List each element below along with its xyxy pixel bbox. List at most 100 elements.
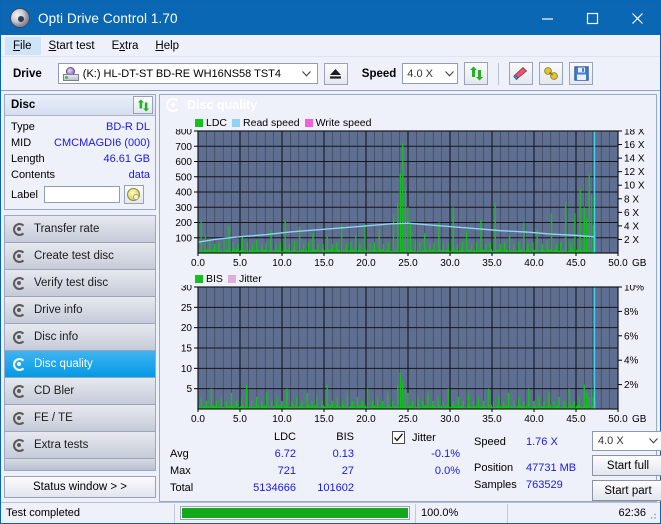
- sidebar-item-disc-quality[interactable]: Disc quality: [5, 351, 155, 378]
- disc-row-contents-value: data: [128, 169, 150, 181]
- disc-panel-title: Disc: [11, 99, 36, 111]
- disc-label-input[interactable]: [43, 186, 120, 203]
- stats-row-avg-label: Avg: [170, 448, 189, 460]
- progress-percent: 100.0%: [416, 503, 508, 523]
- y2-tick-label: 2%: [624, 380, 639, 391]
- disc-row-length-value: 46.61 GB: [103, 153, 150, 165]
- save-button[interactable]: [569, 62, 594, 85]
- chart-top-svg: 100 200 300 400 500 600 700 800 2 X 4 X 6 X 8 X 10 X…: [175, 127, 646, 270]
- sidebar-item-label: Disc quality: [34, 358, 93, 370]
- speed-select-value: 4.0 X: [407, 67, 433, 80]
- y-tick-label: 300: [175, 203, 192, 214]
- jitter-checkbox[interactable]: [392, 431, 405, 444]
- page-title: Disc quality: [187, 98, 258, 112]
- sidebar-item-disc-info[interactable]: Disc info: [5, 324, 155, 351]
- status-window-button[interactable]: Status window > >: [4, 476, 156, 498]
- legend-item-bis: BIS: [195, 273, 223, 285]
- x-tick-label: 10.0: [272, 414, 292, 425]
- legend-swatch-ldc: [195, 118, 203, 127]
- start-full-button[interactable]: Start full: [592, 455, 661, 476]
- y2-tick-label: 4 X: [624, 221, 639, 232]
- eject-button[interactable]: [323, 62, 348, 85]
- x-tick-label: 30.0: [440, 258, 460, 269]
- x-tick-label: 45.0: [566, 258, 586, 269]
- legend-swatch-write-speed: [304, 118, 313, 127]
- panel-header: Disc quality: [160, 95, 656, 115]
- disc-icon: [12, 438, 27, 453]
- disc-panel-header: Disc: [5, 95, 155, 116]
- erase-button[interactable]: [509, 62, 534, 85]
- menu-file[interactable]: File: [5, 36, 41, 55]
- y-tick-label: 800: [175, 129, 192, 138]
- drive-select-value: (K:) HL-DT-ST BD-RE WH16NS58 TST4: [82, 67, 282, 80]
- chevron-down-icon: [299, 70, 315, 77]
- refresh-button[interactable]: [464, 62, 489, 85]
- sidebar-item-transfer-rate[interactable]: Transfer rate: [5, 216, 155, 243]
- y2-tick-label: 2 X: [624, 235, 639, 246]
- x-tick-label: 5.0: [233, 258, 247, 269]
- stats-row-total-label: Total: [170, 482, 194, 494]
- y2-tick-label: 8 X: [624, 194, 639, 205]
- y-tick-label: 10: [181, 364, 193, 375]
- start-part-button[interactable]: Start part: [592, 480, 661, 501]
- y2-tick-label: 10 X: [624, 181, 645, 192]
- toolbar-separator: [498, 62, 500, 85]
- test-speed-select-value: 4.0 X: [598, 435, 624, 447]
- chart-bottom-svg: 5 10 15 20 25 30 2% 4% 6% 8% 10% 0.0 5.0 10.0 15.0 20.0…: [181, 283, 647, 426]
- stats-bis-total: 101602: [317, 482, 354, 494]
- eject-icon: [330, 68, 342, 79]
- menu-start-test[interactable]: Start test: [41, 37, 104, 55]
- disc-icon: [12, 249, 27, 264]
- sidebar-item-fe-te[interactable]: FE / TE: [5, 405, 155, 432]
- sidebar-item-label: FE / TE: [34, 412, 73, 424]
- y-tick-label: 200: [175, 218, 192, 229]
- x-tick-label: 0.0: [191, 414, 205, 425]
- tools-icon: [544, 67, 559, 80]
- app-disc-icon: [10, 8, 30, 28]
- sidebar-item-verify-test-disc[interactable]: Verify test disc: [5, 270, 155, 297]
- progress-cell: [175, 503, 416, 523]
- legend-label-write-speed: Write speed: [315, 116, 372, 129]
- stats-ldc-avg: 6.72: [274, 448, 296, 460]
- disc-row-type-value: BD-R DL: [105, 121, 150, 133]
- nav-list: Transfer rate Create test disc Verify te…: [4, 215, 156, 471]
- sidebar-item-drive-info[interactable]: Drive info: [5, 297, 155, 324]
- minimize-icon[interactable]: [525, 1, 570, 35]
- maximize-icon[interactable]: [570, 1, 615, 35]
- sidebar-item-create-test-disc[interactable]: Create test disc: [5, 243, 155, 270]
- disc-row-contents-key: Contents: [11, 169, 56, 181]
- disc-icon: [166, 98, 180, 112]
- y2-tick-label: 4%: [624, 356, 639, 367]
- y2-tick-label: 8%: [624, 307, 639, 318]
- disc-icon: [12, 222, 27, 237]
- legend-swatch-jitter: [227, 274, 236, 283]
- menu-bar: File Start test Extra Help: [1, 35, 660, 57]
- y2-tick-label: 12 X: [624, 167, 645, 178]
- drive-select[interactable]: (K:) HL-DT-ST BD-RE WH16NS58 TST4: [57, 63, 318, 84]
- test-speed-select[interactable]: 4.0 X: [592, 431, 661, 451]
- y-tick-label: 400: [175, 188, 192, 199]
- legend-item-jitter: Jitter: [227, 273, 262, 285]
- sidebar-item-label: Drive info: [34, 304, 83, 316]
- disc-panel: Disc Type BD-R DL MID CMCMAGDI6 (000) Le…: [4, 94, 156, 210]
- menu-extra[interactable]: Extra: [104, 37, 148, 55]
- speed-select[interactable]: 4.0 X: [402, 63, 459, 84]
- disc-row-type-key: Type: [11, 121, 35, 133]
- tools-button[interactable]: [539, 62, 564, 85]
- resize-grip[interactable]: [646, 509, 658, 521]
- x-tick-label: 30.0: [440, 414, 460, 425]
- menu-help[interactable]: Help: [147, 37, 188, 55]
- ldc-chart[interactable]: 100 200 300 400 500 600 700 800 2 X 4 X 6 X 8 X 10 X…: [162, 127, 654, 270]
- disc-refresh-button[interactable]: [133, 96, 153, 114]
- window-title: Opti Drive Control 1.70: [38, 10, 178, 26]
- progress-fill: [182, 508, 408, 518]
- sidebar-item-cd-bler[interactable]: CD Bler: [5, 378, 155, 405]
- disc-label-key: Label: [11, 188, 38, 201]
- menu-file-rest: ile: [20, 39, 32, 52]
- sidebar-item-extra-tests[interactable]: Extra tests: [5, 432, 155, 459]
- bis-chart[interactable]: 5 10 15 20 25 30 2% 4% 6% 8% 10% 0.0 5.0 10.0 15.0 20.0…: [162, 283, 654, 426]
- close-icon[interactable]: [615, 1, 660, 35]
- disc-label-button[interactable]: [123, 185, 144, 204]
- drive-toolbar: Drive (K:) HL-DT-ST BD-RE WH16NS58 TST4 …: [1, 57, 660, 91]
- x-tick-label: 45.0: [566, 414, 586, 425]
